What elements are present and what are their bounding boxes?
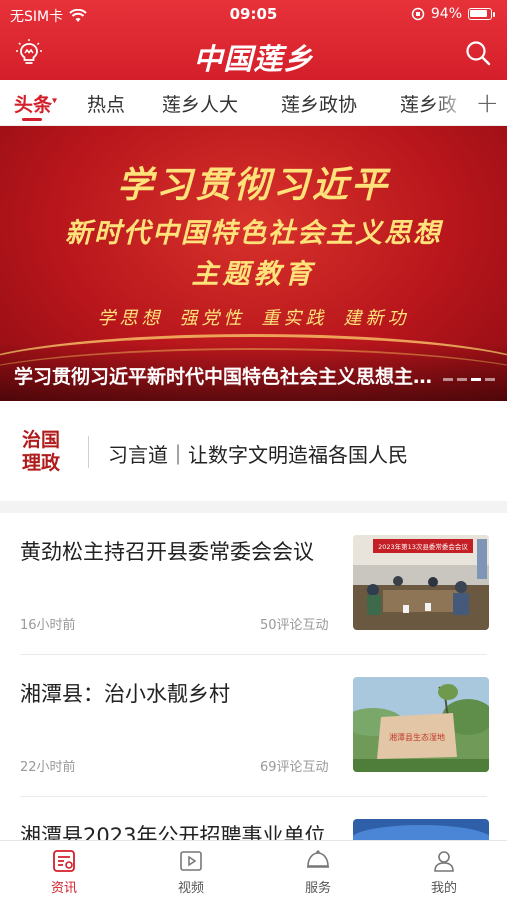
- nav-service[interactable]: 服务: [278, 848, 358, 896]
- news-time: 16小时前: [20, 618, 76, 633]
- banner-line-3: 主题教育: [191, 259, 316, 290]
- tab-npc[interactable]: 莲乡人大: [162, 90, 238, 117]
- news-title: 湘潭县：治小水靓乡村: [20, 682, 230, 706]
- news-comments: 50评论互动: [260, 618, 329, 633]
- banner-caption: 学习贯彻习近平新时代中国特色社会主义思想主题教育: [14, 366, 444, 388]
- app-bar: 中国莲乡: [0, 30, 507, 80]
- news-title: 黄劲松主持召开县委常委会会议: [20, 540, 314, 564]
- bottom-nav: 资讯 视频 服务 我的: [0, 840, 507, 900]
- app-logo: 中国莲乡: [193, 42, 314, 76]
- news-item[interactable]: 黄劲松主持召开县委常委会会议 16小时前 50评论互动 2023年第13次县委常…: [0, 513, 507, 655]
- carousel-dot[interactable]: [443, 378, 453, 381]
- battery-percent: 94%: [430, 6, 462, 22]
- video-icon: [180, 851, 202, 871]
- status-bar: 无SIM卡 09:05 94%: [0, 0, 507, 30]
- news-title: 湘潭县2023年公开招聘事业单位: [20, 824, 326, 840]
- banner-slogans: 学思想 强党性 重实践 建新功: [97, 308, 410, 329]
- carousel-dot[interactable]: [457, 378, 467, 381]
- tab-hot[interactable]: 热点: [87, 90, 125, 117]
- search-icon[interactable]: [463, 38, 493, 68]
- nav-video[interactable]: 视频: [151, 848, 231, 896]
- news-item[interactable]: 湘潭县2023年公开招聘事业单位: [0, 797, 507, 840]
- profile-icon: [434, 851, 454, 872]
- carousel-indicator: [443, 378, 495, 381]
- news-thumbnail: 湘潭县生态湿地: [353, 677, 489, 772]
- news-icon: [53, 850, 75, 872]
- news-comments: 69评论互动: [260, 760, 329, 775]
- news-time: 22小时前: [20, 760, 76, 775]
- orientation-lock-icon: [411, 7, 425, 21]
- carousel-dot[interactable]: [471, 378, 481, 381]
- tab-cppcc[interactable]: 莲乡政协: [281, 90, 357, 117]
- add-channel-button[interactable]: +: [476, 86, 499, 119]
- svg-text:2023年第13次县委常委会会议: 2023年第13次县委常委会会议: [378, 542, 468, 551]
- header: 无SIM卡 09:05 94% 中国莲乡: [0, 0, 507, 80]
- banner-line-2: 新时代中国特色社会主义思想: [65, 218, 442, 249]
- hero-banner[interactable]: 学习贯彻习近平 新时代中国特色社会主义思想 主题教育 学思想 强党性 重实践 建新功 …: [0, 126, 507, 401]
- service-icon: [307, 850, 329, 868]
- carousel-dot[interactable]: [485, 378, 495, 381]
- nav-news[interactable]: 资讯: [24, 848, 104, 896]
- section-badge: 治国理政: [22, 429, 61, 474]
- active-tab-indicator: [22, 118, 42, 121]
- news-thumbnail: [353, 819, 489, 840]
- channel-tabs: 头条▾ 热点 莲乡人大 莲乡政协 莲乡政 +: [0, 80, 507, 126]
- divider: [88, 436, 89, 468]
- news-item[interactable]: 湘潭县：治小水靓乡村 22小时前 69评论互动 湘潭县生态湿地: [0, 655, 507, 797]
- banner-line-1: 学习贯彻习近平: [116, 164, 390, 206]
- caret-down-icon: ▾: [52, 95, 58, 107]
- battery-icon: [468, 8, 492, 20]
- svg-text:湘潭县生态湿地: 湘潭县生态湿地: [389, 732, 445, 742]
- news-thumbnail: 2023年第13次县委常委会会议: [353, 535, 489, 630]
- section-gap: [0, 501, 507, 513]
- nav-profile[interactable]: 我的: [404, 848, 484, 896]
- tab-toutiao[interactable]: 头条▾: [14, 90, 57, 117]
- feature-headline: 习言道｜让数字文明造福各国人民: [108, 443, 408, 467]
- feature-strip[interactable]: 治国理政 习言道｜让数字文明造福各国人民: [0, 401, 507, 501]
